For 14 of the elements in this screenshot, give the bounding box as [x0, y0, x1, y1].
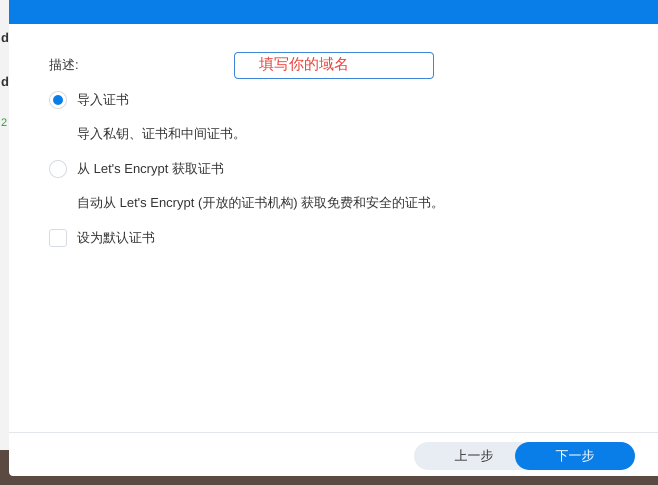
next-button[interactable]: 下一步: [515, 442, 635, 470]
option-label: 设为默认证书: [77, 229, 155, 248]
background-text: d: [1, 72, 10, 90]
option-label: 从 Let's Encrypt 获取证书: [77, 160, 224, 178]
description-label: 描述:: [49, 56, 80, 74]
background-text: d: [1, 29, 10, 47]
background-text: 2: [1, 116, 8, 131]
option-hint: 自动从 Let's Encrypt (开放的证书机构) 获取免费和安全的证书。: [76, 194, 446, 212]
radio-button[interactable]: [49, 160, 67, 178]
description-field[interactable]: 填写你的域名: [234, 52, 434, 78]
radio-button[interactable]: [49, 91, 67, 109]
checkbox[interactable]: [49, 229, 67, 247]
option-label: 导入证书: [77, 91, 129, 110]
option-hint: 导入私钥、证书和中间证书。: [76, 125, 247, 143]
